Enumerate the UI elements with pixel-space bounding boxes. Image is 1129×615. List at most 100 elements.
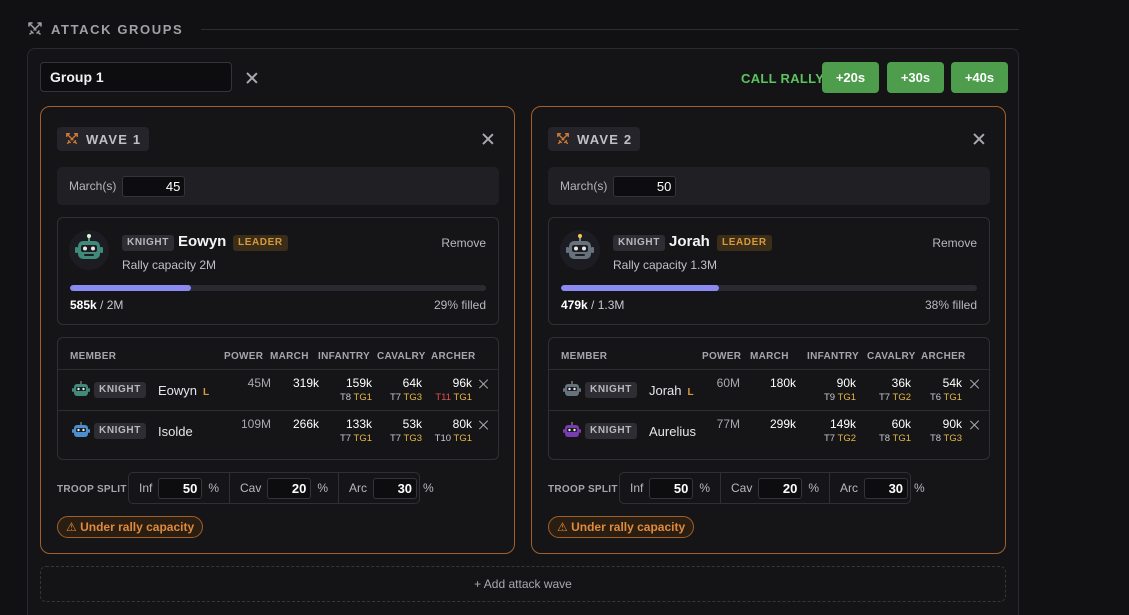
split-archer-input[interactable]: 30: [373, 477, 418, 499]
section-header: ATTACK GROUPS: [27, 18, 1019, 40]
wave-badge: WAVE 2: [548, 127, 641, 151]
troop-split: Inf 50 % Cav 20 % Arc 30 %: [619, 472, 925, 504]
split-infantry-input[interactable]: 50: [158, 477, 203, 499]
split-cavalry: Cav 20 %: [229, 473, 338, 503]
split-infantry-input[interactable]: 50: [649, 477, 694, 499]
member-archer: 90k: [942, 417, 962, 431]
remove-member-close-icon[interactable]: [969, 378, 981, 390]
member-name: Isolde: [158, 424, 193, 439]
member-archer: 54k: [942, 376, 962, 390]
member-march: 319k: [292, 376, 319, 390]
col-header-power: POWER: [224, 351, 264, 362]
role-tag: KNIGHT: [585, 382, 637, 398]
remove-leader-link[interactable]: Remove: [441, 236, 486, 250]
leader-name: Jorah: [669, 233, 710, 250]
role-tag: KNIGHT: [613, 235, 665, 251]
leader-card: KNIGHT Eowyn LEADER Rally capacity 2M Re…: [57, 217, 499, 325]
robot-avatar-icon: [70, 420, 92, 442]
remove-member-close-icon[interactable]: [478, 419, 490, 431]
troop-split: Inf 50 % Cav 20 % Arc 30 %: [128, 472, 434, 504]
rally-30s-button[interactable]: +30s: [887, 62, 944, 93]
remove-wave-close-icon[interactable]: [971, 131, 987, 147]
add-attack-wave-button[interactable]: + Add attack wave: [40, 566, 1006, 602]
under-capacity-warning-badge: ⚠ Under rally capacity: [548, 516, 695, 538]
role-tag: KNIGHT: [94, 382, 146, 398]
member-infantry: 133k: [345, 417, 372, 431]
member-name: Jorah L: [649, 383, 694, 398]
remove-member-close-icon[interactable]: [478, 378, 490, 390]
member-archer: 96k: [452, 376, 472, 390]
delete-group-close-icon[interactable]: [244, 70, 260, 86]
member-cavalry-tier: T7 TG3: [389, 392, 422, 403]
rally-capacity: Rally capacity 2M: [122, 258, 217, 272]
capacity-progress-fill: [561, 285, 720, 291]
remove-wave-close-icon[interactable]: [480, 131, 496, 147]
troop-split-label: TROOP SPLIT: [57, 484, 127, 495]
col-header-archer: ARCHER: [431, 351, 476, 362]
remove-member-close-icon[interactable]: [969, 419, 981, 431]
rally-20s-button[interactable]: +20s: [822, 62, 879, 93]
role-tag: KNIGHT: [585, 423, 637, 439]
leader-card: KNIGHT Jorah LEADER Rally capacity 1.3M …: [548, 217, 990, 325]
split-archer: Arc 30 %: [338, 473, 444, 503]
leader-mark: L: [687, 387, 694, 398]
member-cavalry-tier: T7 TG2: [878, 392, 911, 403]
col-header-member: MEMBER: [561, 351, 608, 362]
robot-avatar-icon: [561, 379, 583, 401]
split-cavalry-input[interactable]: 20: [267, 477, 312, 499]
col-header-member: MEMBER: [70, 351, 117, 362]
capacity-percent: 38% filled: [924, 298, 977, 312]
leader-tag: LEADER: [717, 235, 772, 251]
marches-label: March(s): [69, 179, 117, 193]
split-archer-input[interactable]: 30: [864, 477, 909, 499]
rally-capacity: Rally capacity 1.3M: [613, 258, 718, 272]
member-name: Aurelius: [649, 424, 696, 439]
capacity-progress-bar: [561, 285, 977, 291]
group-name-input[interactable]: Group 1: [40, 62, 232, 92]
role-tag: KNIGHT: [122, 235, 174, 251]
col-header-archer: ARCHER: [921, 351, 966, 362]
member-archer-tier: T6 TG1: [929, 392, 962, 403]
wave-label: WAVE 2: [577, 131, 633, 147]
under-capacity-warning-badge: ⚠ Under rally capacity: [57, 516, 204, 538]
leader-tag: LEADER: [233, 235, 288, 251]
member-march: 180k: [769, 376, 796, 390]
remove-leader-link[interactable]: Remove: [932, 236, 977, 250]
member-power: 60M: [716, 376, 740, 390]
col-header-march: MARCH: [270, 351, 309, 362]
capacity-percent: 29% filled: [433, 298, 486, 312]
robot-avatar-icon: [69, 230, 109, 270]
split-infantry: Inf 50 %: [129, 473, 229, 503]
table-row: KNIGHT Aurelius 77M 299k 149k T7 TG2 60k…: [549, 411, 989, 451]
table-row: KNIGHT Jorah L 60M 180k 90k T9 TG1 36k T7…: [549, 370, 989, 410]
col-header-infantry: INFANTRY: [318, 351, 371, 362]
split-cavalry: Cav 20 %: [720, 473, 829, 503]
wave-card: WAVE 2 March(s) 50 KNIGHT Jorah LEADER R…: [531, 106, 1006, 554]
member-power: 45M: [247, 376, 271, 390]
split-archer: Arc 30 %: [829, 473, 935, 503]
col-header-cavalry: CAVALRY: [377, 351, 426, 362]
members-table: MEMBER POWER MARCH INFANTRY CAVALRY ARCH…: [57, 337, 499, 460]
rally-40s-button[interactable]: +40s: [951, 62, 1008, 93]
robot-avatar-icon: [70, 379, 92, 401]
marches-row: March(s) 50: [548, 167, 990, 205]
member-archer-tier: T11 TG1: [435, 392, 472, 403]
call-rally-label: CALL RALLY: [741, 71, 825, 86]
marches-input[interactable]: 50: [613, 175, 677, 197]
col-header-cavalry: CAVALRY: [867, 351, 916, 362]
member-march: 299k: [769, 417, 796, 431]
member-archer-tier: T10 TG1: [434, 433, 472, 444]
marches-input[interactable]: 45: [122, 175, 186, 197]
member-march: 266k: [292, 417, 319, 431]
split-cavalry-input[interactable]: 20: [758, 477, 803, 499]
col-header-infantry: INFANTRY: [807, 351, 860, 362]
robot-avatar-icon: [560, 230, 600, 270]
leader-mark: L: [203, 387, 210, 398]
member-cavalry-tier: T8 TG1: [878, 433, 911, 444]
leader-name: Eowyn: [178, 233, 227, 250]
member-power: 77M: [716, 417, 740, 431]
member-power: 109M: [240, 417, 271, 431]
wave-label: WAVE 1: [86, 131, 142, 147]
member-infantry-tier: T8 TG1: [339, 392, 372, 403]
split-infantry: Inf 50 %: [620, 473, 720, 503]
